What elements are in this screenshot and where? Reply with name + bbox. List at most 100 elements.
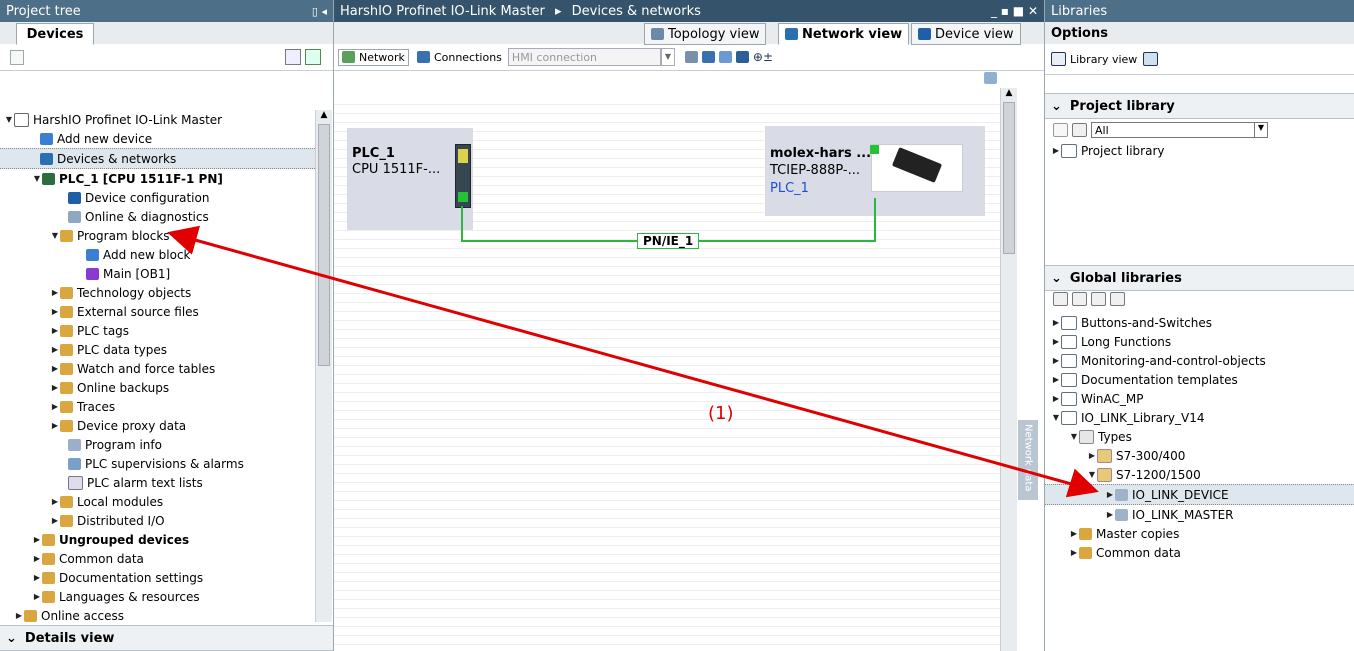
details-view-header[interactable]: ⌄ Details view xyxy=(0,625,333,651)
tree-item-online-access[interactable]: ▶ Online access xyxy=(0,606,315,625)
collapsed-icon[interactable]: ▶ xyxy=(50,288,60,297)
tree-item-online-diagnostics[interactable]: Online & diagnostics xyxy=(0,207,315,226)
tab-topology-view[interactable]: Topology view xyxy=(644,23,767,45)
tree-item-device-configuration[interactable]: Device configuration xyxy=(0,188,315,207)
tab-network-view[interactable]: Network view xyxy=(778,23,910,45)
collapsed-icon[interactable]: ▶ xyxy=(50,516,60,525)
expanded-icon[interactable]: ▼ xyxy=(1051,413,1061,422)
library-view-button[interactable]: Library view xyxy=(1045,44,1354,75)
collapsed-icon[interactable]: ▶ xyxy=(1051,356,1061,365)
list-view-icon[interactable] xyxy=(1072,123,1087,137)
tree-item-devices-networks[interactable]: Devices & networks xyxy=(0,148,315,169)
io-link-master-box[interactable]: molex-hars ... TCIEP-888P-... PLC_1 xyxy=(765,126,985,216)
collapsed-icon[interactable]: ▶ xyxy=(1051,318,1061,327)
tree-item-plc-tags[interactable]: ▶ PLC tags xyxy=(0,321,315,340)
collapsed-icon[interactable]: ▶ xyxy=(1051,375,1061,384)
collapsed-icon[interactable]: ▶ xyxy=(50,326,60,335)
library-documentation-templates[interactable]: ▶ Documentation templates xyxy=(1045,370,1354,389)
assigned-controller-link[interactable]: PLC_1 xyxy=(770,181,809,196)
close-icon[interactable]: ✕ xyxy=(1028,4,1038,18)
library-long-functions[interactable]: ▶ Long Functions xyxy=(1045,332,1354,351)
tab-devices[interactable]: Devices xyxy=(16,23,94,45)
library-monitoring-and-control[interactable]: ▶ Monitoring-and-control-objects xyxy=(1045,351,1354,370)
expanded-icon[interactable]: ▼ xyxy=(1087,470,1097,479)
new-library-icon[interactable] xyxy=(1053,123,1068,137)
subnet-label[interactable]: PN/IE_1 xyxy=(637,233,700,249)
table-icon[interactable] xyxy=(718,51,732,63)
expanded-icon[interactable]: ▼ xyxy=(1069,432,1079,441)
tree-item-plc1[interactable]: ▼ PLC_1 [CPU 1511F-1 PN] xyxy=(0,169,315,188)
collapsed-icon[interactable]: ▶ xyxy=(1105,490,1115,499)
overview-icon[interactable] xyxy=(285,49,301,65)
relation-icon[interactable] xyxy=(684,51,698,63)
overview-toggle-icon[interactable] xyxy=(984,72,997,84)
tree-item-project[interactable]: ▼ HarshIO Profinet IO-Link Master xyxy=(0,110,315,129)
expanded-icon[interactable]: ▼ xyxy=(50,231,60,240)
collapsed-icon[interactable]: ▶ xyxy=(1087,451,1097,460)
maximize-icon[interactable]: ■ xyxy=(1013,4,1024,18)
library-buttons-and-switches[interactable]: ▶ Buttons-and-Switches xyxy=(1045,313,1354,332)
tree-item-local-modules[interactable]: ▶ Local modules xyxy=(0,492,315,511)
tree-item-documentation-settings[interactable]: ▶ Documentation settings xyxy=(0,568,315,587)
tree-item-plc-alarm-text-lists[interactable]: PLC alarm text lists xyxy=(0,473,315,492)
collapsed-icon[interactable]: ▶ xyxy=(1069,529,1079,538)
library-folder-master-copies[interactable]: ▶ Master copies xyxy=(1045,524,1354,543)
collapsed-icon[interactable]: ▶ xyxy=(1051,146,1061,155)
tree-item-online-backups[interactable]: ▶ Online backups xyxy=(0,378,315,397)
project-tree-scrollbar[interactable]: ▲ xyxy=(315,110,332,622)
save-library-icon[interactable] xyxy=(1091,292,1106,306)
new-project-icon[interactable] xyxy=(10,50,24,65)
tree-item-program-info[interactable]: Program info xyxy=(0,435,315,454)
tree-item-watch-force-tables[interactable]: ▶ Watch and force tables xyxy=(0,359,315,378)
collapsed-icon[interactable]: ▶ xyxy=(50,497,60,506)
tree-item-device-proxy-data[interactable]: ▶ Device proxy data xyxy=(0,416,315,435)
library-folder-s7-300-400[interactable]: ▶ S7-300/400 xyxy=(1045,446,1354,465)
tree-item-program-blocks[interactable]: ▼ Program blocks xyxy=(0,226,315,245)
sync-icon[interactable] xyxy=(305,49,321,65)
update-library-icon[interactable] xyxy=(1110,292,1125,306)
scroll-up-arrow[interactable]: ▲ xyxy=(316,110,332,124)
tree-item-common-data[interactable]: ▶ Common data xyxy=(0,549,315,568)
network-data-side-tab[interactable]: Network data xyxy=(1018,420,1038,500)
library-folder-s7-1200-1500[interactable]: ▼ S7-1200/1500 xyxy=(1045,465,1354,484)
project-library-item[interactable]: ▶ Project library xyxy=(1045,141,1354,160)
library-folder-types[interactable]: ▼ Types xyxy=(1045,427,1354,446)
global-libraries-header[interactable]: ⌄ Global libraries xyxy=(1045,265,1354,291)
network-mode-button[interactable]: Network xyxy=(338,48,409,66)
tree-item-plc-supervisions[interactable]: PLC supervisions & alarms xyxy=(0,454,315,473)
collapsed-icon[interactable]: ▶ xyxy=(1105,510,1115,519)
connections-button[interactable]: Connections xyxy=(416,51,502,64)
project-library-header[interactable]: ⌄ Project library xyxy=(1045,93,1354,119)
collapsed-icon[interactable]: ▶ xyxy=(50,345,60,354)
library-winac-mp[interactable]: ▶ WinAC_MP xyxy=(1045,389,1354,408)
minimize-icon[interactable]: _ xyxy=(991,4,997,18)
tree-item-technology-objects[interactable]: ▶ Technology objects xyxy=(0,283,315,302)
expanded-icon[interactable]: ▼ xyxy=(4,115,14,124)
collapsed-icon[interactable]: ▶ xyxy=(50,383,60,392)
tree-item-distributed-io[interactable]: ▶ Distributed I/O xyxy=(0,511,315,530)
tree-item-add-new-device[interactable]: Add new device xyxy=(0,129,315,148)
profinet-port[interactable] xyxy=(458,192,468,202)
collapsed-icon[interactable]: ▶ xyxy=(14,611,24,620)
open-global-library-icon[interactable] xyxy=(1072,292,1087,306)
collapsed-icon[interactable]: ▶ xyxy=(50,364,60,373)
new-global-library-icon[interactable] xyxy=(1053,292,1068,306)
scroll-thumb[interactable] xyxy=(1003,102,1015,254)
scroll-up-arrow[interactable]: ▲ xyxy=(1001,88,1017,102)
library-settings-icon[interactable] xyxy=(1143,52,1159,66)
library-folder-common-data[interactable]: ▶ Common data xyxy=(1045,543,1354,562)
tree-item-traces[interactable]: ▶ Traces xyxy=(0,397,315,416)
collapsed-icon[interactable]: ▶ xyxy=(32,592,42,601)
zoom-icon[interactable]: ⊕± xyxy=(753,50,773,64)
tree-item-add-new-block[interactable]: Add new block xyxy=(0,245,315,264)
library-type-io-link-device[interactable]: ▶ IO_LINK_DEVICE xyxy=(1045,484,1354,505)
collapsed-icon[interactable]: ▶ xyxy=(32,535,42,544)
library-filter-select[interactable]: All ▼ xyxy=(1091,122,1268,138)
collapse-panel-icon[interactable]: ▯ ◂ xyxy=(312,5,327,18)
library-io-link-v14[interactable]: ▼ IO_LINK_Library_V14 xyxy=(1045,408,1354,427)
chevron-down-icon[interactable]: ▼ xyxy=(1254,123,1267,137)
tab-device-view[interactable]: Device view xyxy=(911,23,1021,45)
collapsed-icon[interactable]: ▶ xyxy=(50,402,60,411)
restore-icon[interactable]: ▪ xyxy=(1001,4,1009,18)
panel-toggle-icon[interactable] xyxy=(735,51,749,63)
